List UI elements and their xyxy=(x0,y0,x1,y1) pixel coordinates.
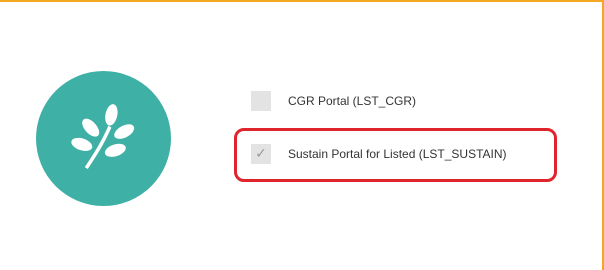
portal-logo xyxy=(36,71,171,206)
highlight-box xyxy=(234,128,557,182)
option-cgr-portal[interactable]: CGR Portal (LST_CGR) xyxy=(251,91,416,111)
cgr-portal-checkbox[interactable] xyxy=(251,91,271,111)
leaf-sprig-icon xyxy=(71,104,135,170)
cgr-portal-label: CGR Portal (LST_CGR) xyxy=(288,94,417,108)
